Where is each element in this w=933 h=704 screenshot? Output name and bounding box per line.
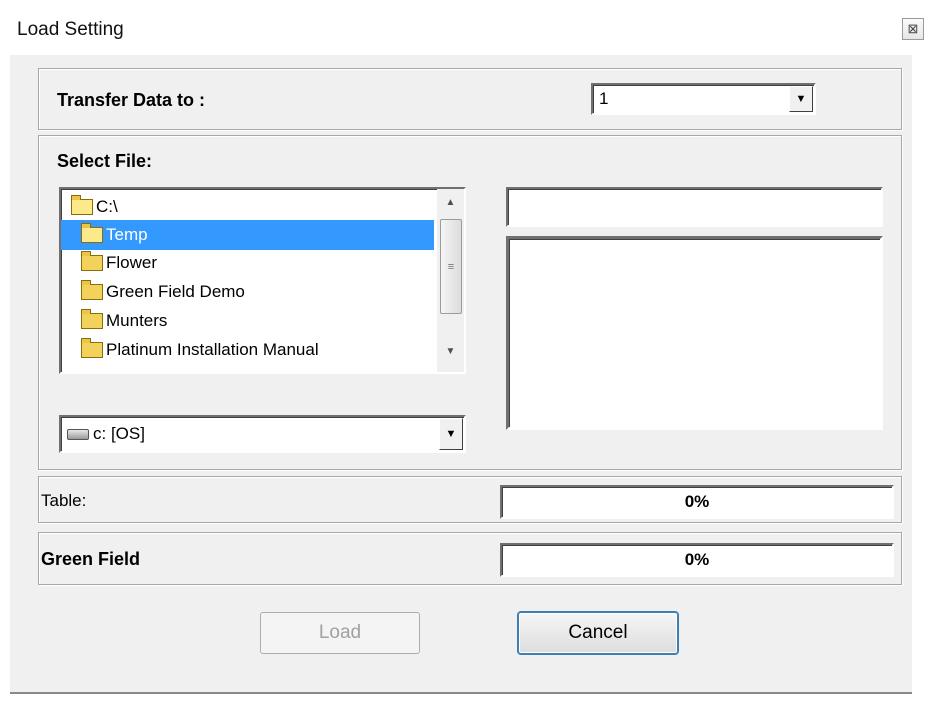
load-setting-dialog: Transfer Data to : 1 ▼ Select File: C:\ … xyxy=(10,55,912,694)
folder-icon xyxy=(81,338,103,358)
tree-item-flower[interactable]: Flower xyxy=(61,248,434,278)
scroll-up-icon[interactable]: ▲ xyxy=(437,197,464,217)
scroll-thumb[interactable]: ≡ xyxy=(440,219,462,314)
folder-icon xyxy=(81,309,103,329)
chevron-down-icon[interactable]: ▼ xyxy=(439,418,463,450)
tree-item-label: Green Field Demo xyxy=(106,282,245,301)
tree-item-label: Platinum Installation Manual xyxy=(106,340,319,359)
green-field-progress-bar: 0% xyxy=(500,543,894,577)
drive-select[interactable]: c: [OS] ▼ xyxy=(59,415,466,453)
select-file-label: Select File: xyxy=(57,151,153,171)
table-progress-group: Table: 0% xyxy=(38,476,902,523)
tree-item-temp[interactable]: Temp xyxy=(61,220,434,250)
drive-select-value: c: [OS] xyxy=(67,424,145,444)
cancel-button[interactable]: Cancel xyxy=(518,612,678,654)
green-field-label: Green Field xyxy=(41,549,141,569)
tree-item-label: Temp xyxy=(106,225,148,244)
tree-item-green-field-demo[interactable]: Green Field Demo xyxy=(61,277,434,307)
tree-scrollbar[interactable]: ▲ ≡ ▼ xyxy=(437,189,464,372)
tree-item-label: Flower xyxy=(106,253,158,272)
chevron-down-icon[interactable]: ▼ xyxy=(789,86,813,112)
tree-item-root[interactable]: C:\ xyxy=(61,192,434,222)
scroll-down-icon[interactable]: ▼ xyxy=(437,346,464,366)
transfer-target-value: 1 xyxy=(599,89,609,108)
file-name-field[interactable] xyxy=(506,187,883,227)
folder-open-icon xyxy=(71,195,93,215)
tree-item-platinum-installation-manual[interactable]: Platinum Installation Manual xyxy=(61,335,434,365)
tree-item-label: Munters xyxy=(106,311,168,330)
file-list[interactable] xyxy=(506,236,883,430)
table-label: Table: xyxy=(41,491,87,510)
transfer-target-select[interactable]: 1 ▼ xyxy=(591,83,816,115)
title-bar: Load Setting ⊠ xyxy=(0,0,933,60)
window-title: Load Setting xyxy=(17,19,124,40)
folder-open-icon xyxy=(81,223,103,243)
drive-label: c: [OS] xyxy=(93,424,145,443)
transfer-label: Transfer Data to : xyxy=(57,90,206,110)
folder-icon xyxy=(81,251,103,271)
tree-item-label: C:\ xyxy=(96,197,118,216)
drive-icon xyxy=(67,428,89,440)
transfer-group: Transfer Data to : 1 ▼ xyxy=(38,68,902,130)
tree-item-munters[interactable]: Munters xyxy=(61,306,434,336)
table-progress-bar: 0% xyxy=(500,485,894,519)
folder-tree[interactable]: C:\ Temp Flower Green Field Demo Munters… xyxy=(59,187,466,374)
folder-icon xyxy=(81,280,103,300)
green-field-progress-group: Green Field 0% xyxy=(38,532,902,585)
load-button[interactable]: Load xyxy=(260,612,420,654)
close-icon[interactable]: ⊠ xyxy=(902,18,924,40)
select-file-group: Select File: C:\ Temp Flower Green Field… xyxy=(38,135,902,470)
